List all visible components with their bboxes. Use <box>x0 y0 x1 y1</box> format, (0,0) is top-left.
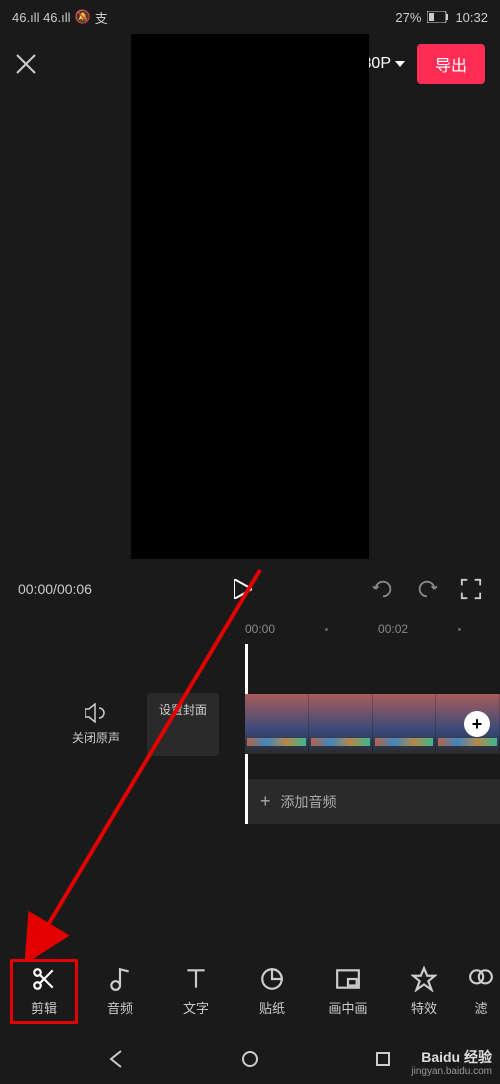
watermark-logo: Baidu 经验 <box>411 1049 492 1066</box>
battery-text: 27% <box>395 10 421 25</box>
status-left: 46.ıll 46.ıll 🔕 支 <box>12 8 108 27</box>
close-icon <box>15 53 37 75</box>
undo-button[interactable] <box>372 578 394 600</box>
tool-sticker[interactable]: 贴纸 <box>238 966 306 1017</box>
bottom-toolbar: 剪辑 音频 文字 贴纸 画中画 特效 滤 <box>0 954 500 1029</box>
watermark: Baidu 经验 jingyan.baidu.com <box>411 1049 492 1078</box>
tool-label: 特效 <box>411 998 437 1017</box>
text-icon <box>183 966 209 992</box>
play-button[interactable] <box>125 579 360 599</box>
tool-label: 画中画 <box>328 998 367 1017</box>
track-controls: 关闭原声 设置封面 <box>0 693 245 756</box>
time-display: 00:00/00:06 <box>18 581 113 597</box>
tool-label: 贴纸 <box>259 998 285 1017</box>
scissors-icon <box>31 966 57 992</box>
video-frame <box>131 34 369 559</box>
silent-icon: 🔕 <box>75 9 91 25</box>
clip-thumbnail <box>245 694 309 754</box>
video-preview[interactable] <box>0 94 500 564</box>
network-icon: 46.ıll 46.ıll <box>12 10 71 25</box>
tool-filter[interactable]: 滤 <box>466 966 496 1017</box>
export-button[interactable]: 导出 <box>417 44 485 84</box>
tool-pip[interactable]: 画中画 <box>314 966 382 1017</box>
tool-label: 剪辑 <box>31 998 57 1017</box>
watermark-url: jingyan.baidu.com <box>411 1066 492 1078</box>
mute-label: 关闭原声 <box>72 729 120 746</box>
recent-button[interactable] <box>373 1049 393 1069</box>
clip-thumbnail <box>309 694 373 754</box>
status-right: 27% 10:32 <box>395 10 488 25</box>
close-button[interactable] <box>15 53 55 75</box>
star-icon <box>411 966 437 992</box>
speaker-icon <box>85 703 107 723</box>
pay-icon: 支 <box>95 8 108 27</box>
ruler-time-0: 00:00 <box>245 622 275 636</box>
sticker-icon <box>259 966 285 992</box>
add-audio-button[interactable]: + 添加音频 <box>245 779 500 824</box>
redo-button[interactable] <box>416 578 438 600</box>
plus-icon: + <box>260 791 271 812</box>
battery-icon <box>427 11 449 23</box>
fullscreen-button[interactable] <box>460 578 482 600</box>
ruler-dot <box>458 628 461 631</box>
music-icon <box>107 966 133 992</box>
clip-thumbnail <box>373 694 437 754</box>
tool-label: 音频 <box>107 998 133 1017</box>
chevron-down-icon <box>395 61 405 67</box>
home-button[interactable] <box>240 1049 260 1069</box>
ruler-time-1: 00:02 <box>378 622 408 636</box>
tool-label: 文字 <box>183 998 209 1017</box>
cover-button[interactable]: 设置封面 <box>147 693 219 756</box>
mute-button[interactable]: 关闭原声 <box>60 693 132 756</box>
back-button[interactable] <box>107 1049 127 1069</box>
tool-text[interactable]: 文字 <box>162 966 230 1017</box>
video-clip[interactable]: + <box>245 694 500 754</box>
timeline: 关闭原声 设置封面 + + 添加音频 <box>0 684 500 894</box>
timeline-ruler[interactable]: 00:00 00:02 <box>0 614 500 644</box>
status-bar: 46.ıll 46.ıll 🔕 支 27% 10:32 <box>0 0 500 34</box>
play-icon <box>234 579 252 599</box>
playback-controls <box>372 578 482 600</box>
tool-effects[interactable]: 特效 <box>390 966 458 1017</box>
playback-bar: 00:00/00:06 <box>0 564 500 614</box>
export-label: 导出 <box>435 58 467 75</box>
add-clip-button[interactable]: + <box>464 711 490 737</box>
pip-icon <box>335 966 361 992</box>
video-track: 关闭原声 设置封面 + <box>0 684 500 764</box>
add-audio-label: 添加音频 <box>281 792 337 812</box>
cover-label: 设置封面 <box>159 703 207 719</box>
tool-label: 滤 <box>474 998 487 1017</box>
tool-edit[interactable]: 剪辑 <box>10 959 78 1024</box>
filter-icon <box>468 966 494 992</box>
time-text: 10:32 <box>455 10 488 25</box>
tool-audio[interactable]: 音频 <box>86 966 154 1017</box>
ruler-dot <box>325 628 328 631</box>
